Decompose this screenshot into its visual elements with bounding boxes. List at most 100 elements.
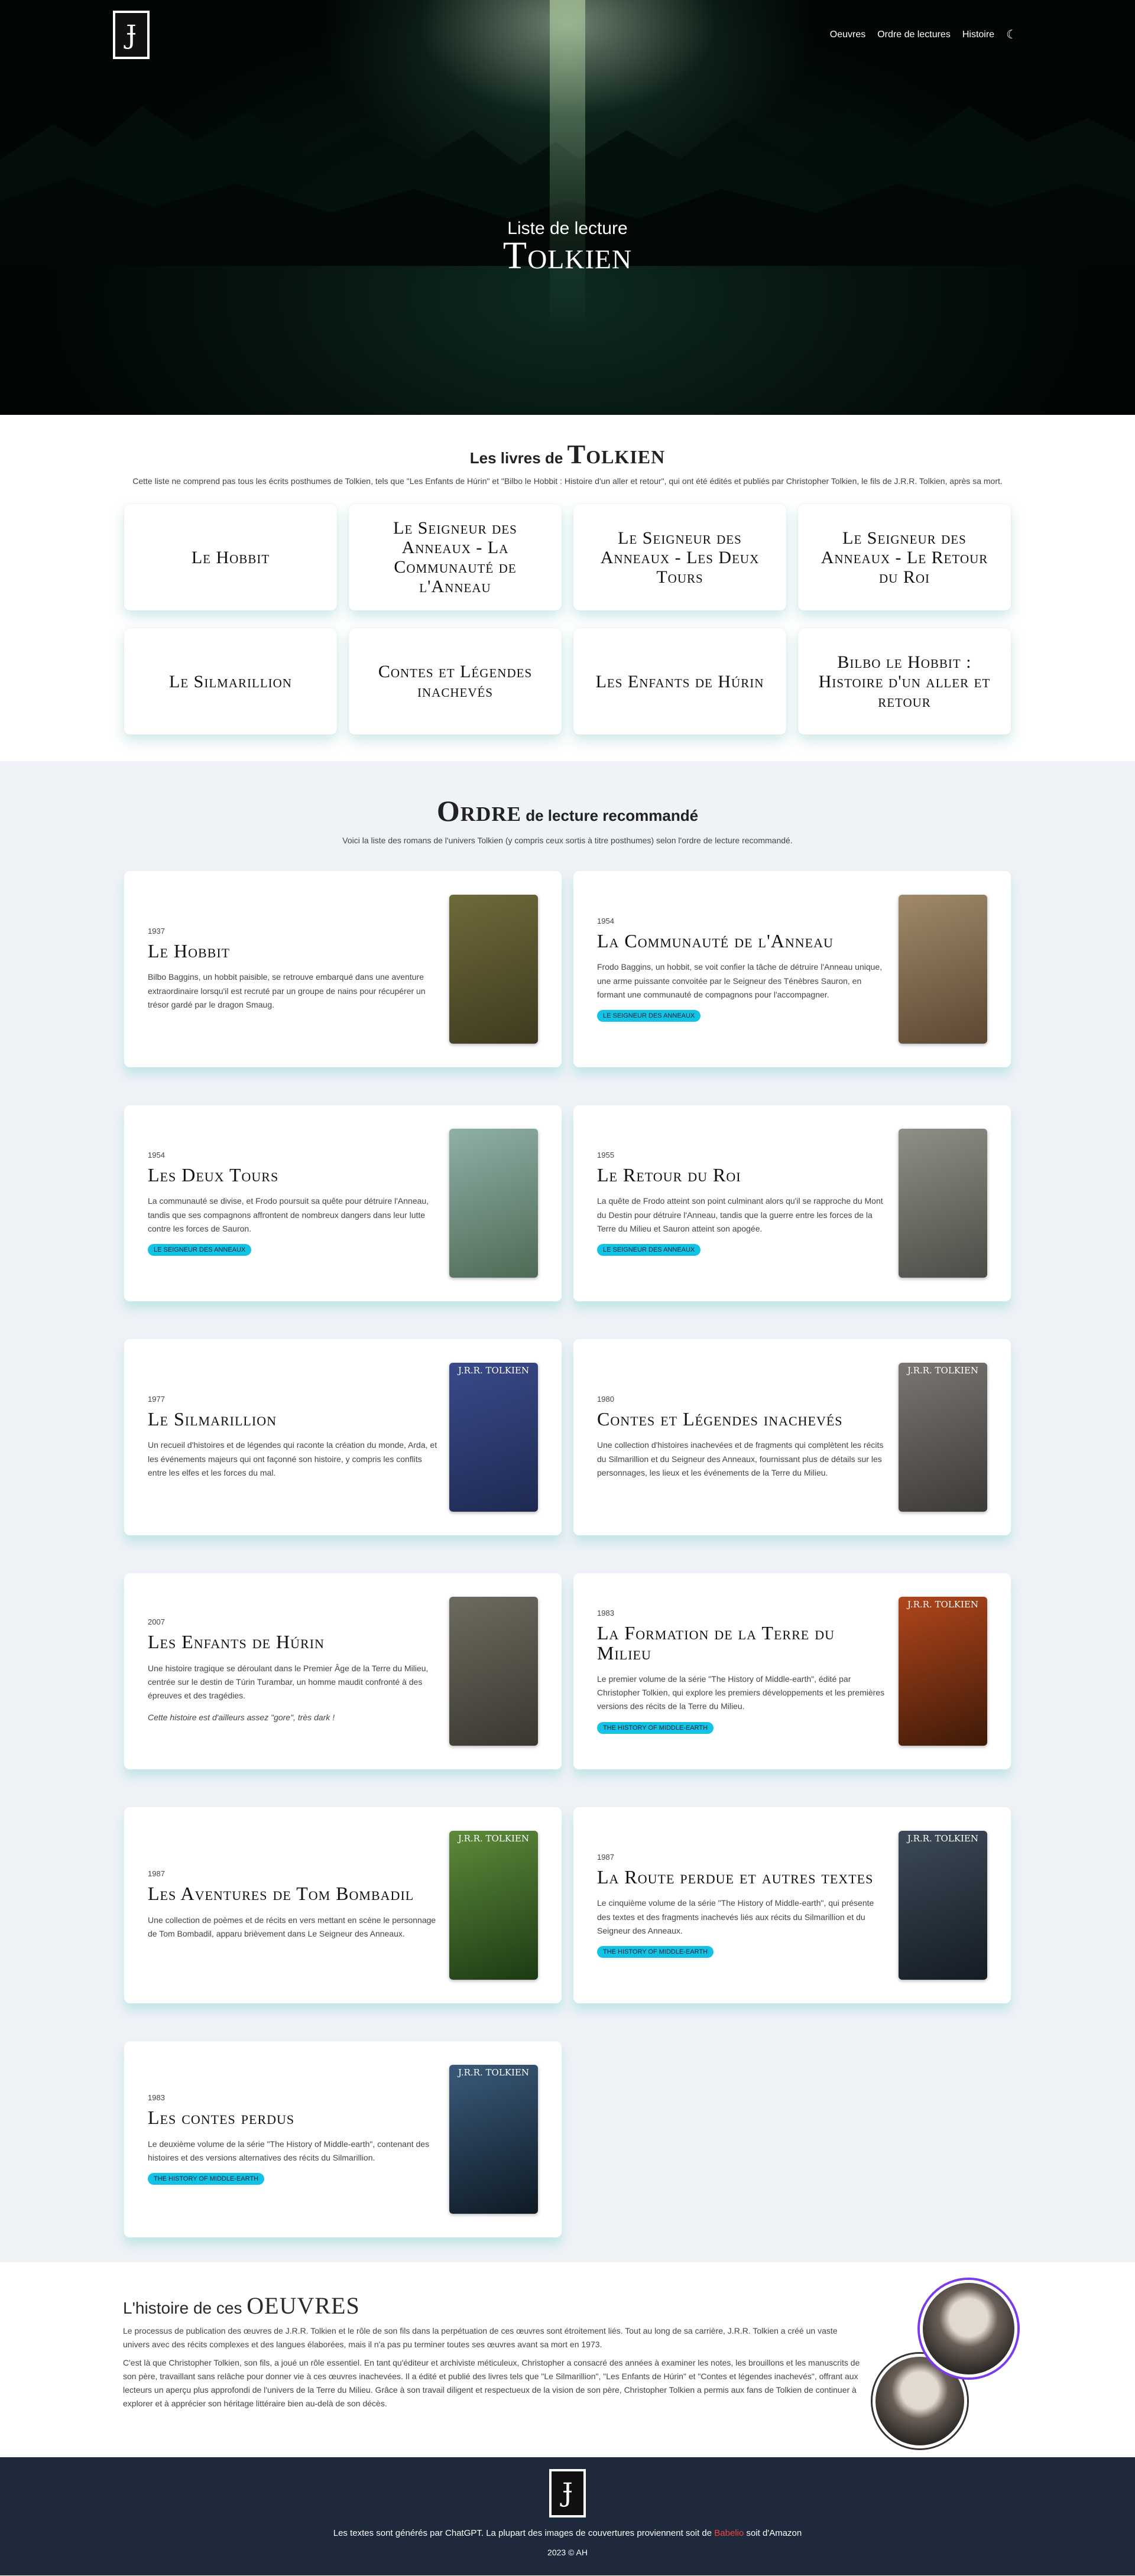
book-cover-image: J.R.R. TOLKIEN (449, 1362, 538, 1512)
book-cover-image (899, 894, 987, 1044)
nav-ordre-de-lectures[interactable]: Ordre de lectures (877, 30, 951, 40)
book-card[interactable]: Le Silmarillion (124, 628, 337, 735)
card-title: Les Enfants de Húrin (148, 1631, 325, 1653)
card-year: 1980 (597, 1394, 614, 1404)
cover-author: J.R.R. TOLKIEN (907, 1599, 978, 1610)
reading-order-grid: 1937 Le Hobbit Bilbo Baggins, un hobbit pa… (124, 870, 1011, 2237)
card-year: 1987 (597, 1852, 614, 1862)
card-year: 1955 (597, 1150, 614, 1159)
card-year: 1983 (597, 1609, 614, 1618)
reading-order-card[interactable]: 1954 La Communauté de l'Anneau Frodo Baggi… (573, 870, 1011, 1067)
card-year: 1983 (148, 2093, 165, 2103)
book-cover-image (899, 1128, 987, 1278)
books-grid: Le Hobbit Le Seigneur des Anneaux - La C… (124, 504, 1011, 735)
reading-order-card[interactable]: 1987 La Route perdue et autres textes Le c… (573, 1807, 1011, 2003)
history-title-prefix: L'histoire de ces (123, 2298, 242, 2317)
book-card[interactable]: Le Hobbit (124, 504, 337, 611)
books-title-prefix: Les livres de (469, 449, 563, 467)
series-tag[interactable]: The History of Middle-earth (597, 1721, 714, 1734)
reading-order-section: Ordre de lecture recommandé Voici la lis… (0, 761, 1135, 2262)
hero-banner: Ɉ Oeuvres Ordre de lectures Histoire ☾ L… (0, 0, 1135, 415)
card-text: 1987 La Route perdue et autres textes Le c… (597, 1853, 887, 1958)
book-cover-image: J.R.R. TOLKIEN (449, 2064, 538, 2214)
book-card[interactable]: Bilbo le Hobbit : Histoire d'un aller et… (798, 628, 1011, 735)
card-description: Un recueil d'histoires et de légendes qu… (148, 1440, 437, 1477)
reading-order-card[interactable]: 1983 La Formation de la Terre du Milieu Le… (573, 1573, 1011, 1769)
series-tag[interactable]: The History of Middle-earth (597, 1945, 714, 1958)
card-description: Une collection d'histoires inachevées et… (597, 1440, 884, 1477)
series-tag[interactable]: Le Seigneur des Anneaux (597, 1243, 701, 1256)
reading-order-card[interactable]: 1954 Les Deux Tours La communauté se divis… (124, 1105, 562, 1301)
reading-order-card[interactable]: 1987 Les Aventures de Tom Bombadil Une col… (124, 1807, 562, 2003)
reading-order-card[interactable]: 1980 Contes et Légendes inachevés Une coll… (573, 1339, 1011, 1535)
site-footer: Ɉ Les textes sont générés par ChatGPT. L… (0, 2457, 1135, 2575)
card-note: Cette histoire est d'ailleurs assez "gor… (148, 1713, 335, 1723)
card-description: La communauté se divise, et Frodo poursu… (148, 1196, 429, 1233)
book-cover-image (449, 1128, 538, 1278)
order-title-suffix: de lecture recommandé (526, 807, 699, 825)
card-year: 1987 (148, 1869, 165, 1879)
cover-author: J.R.R. TOLKIEN (458, 1365, 529, 1376)
book-card[interactable]: Les Enfants de Húrin (573, 628, 786, 735)
card-text: 1987 Les Aventures de Tom Bombadil Une col… (148, 1869, 437, 1941)
card-description: Le premier volume de la série "The Histo… (597, 1674, 885, 1711)
card-title: La Communauté de l'Anneau (597, 930, 834, 951)
nav-oeuvres[interactable]: Oeuvres (830, 30, 865, 40)
order-intro: Voici la liste des romans de l'univers T… (342, 836, 793, 846)
card-title: La Formation de la Terre du Milieu (597, 1622, 835, 1664)
order-title: Ordre de lecture recommandé (0, 794, 1135, 828)
card-year: 2007 (148, 1617, 165, 1627)
reading-order-card[interactable]: 1937 Le Hobbit Bilbo Baggins, un hobbit pa… (124, 870, 562, 1067)
card-description: Une histoire tragique se déroulant dans … (148, 1663, 429, 1701)
books-section: Les livres de Tolkien Cette liste ne com… (0, 415, 1135, 761)
series-tag[interactable]: Le Seigneur des Anneaux (148, 1243, 252, 1256)
book-card[interactable]: Le Seigneur des Anneaux - La Communauté … (349, 504, 562, 611)
card-description: Le cinquième volume de la série "The His… (597, 1898, 874, 1935)
history-paragraph-1: Le processus de publication des œuvres d… (123, 2325, 838, 2349)
card-text: 2007 Les Enfants de Húrin Une histoire tra… (148, 1617, 437, 1724)
card-title: Le Hobbit (148, 940, 231, 961)
reading-order-card[interactable]: 1955 Le Retour du Roi La quête de Frodo at… (573, 1105, 1011, 1301)
book-cover-image: J.R.R. TOLKIEN (899, 1596, 987, 1746)
book-cover-image (449, 1596, 538, 1746)
reading-order-card[interactable]: 2007 Les Enfants de Húrin Une histoire tra… (124, 1573, 562, 1769)
card-text: 1983 La Formation de la Terre du Milieu Le… (597, 1609, 887, 1734)
babelio-link[interactable]: Babelio (714, 2528, 744, 2538)
card-text: 1977 Le Silmarillion Un recueil d'histoire… (148, 1395, 437, 1480)
card-description: La quête de Frodo atteint son point culm… (597, 1196, 883, 1233)
card-title: Le Retour du Roi (597, 1164, 741, 1185)
hero-title: Tolkien (502, 234, 633, 277)
book-cover-image: J.R.R. TOLKIEN (899, 1830, 987, 1980)
footer-logo[interactable]: Ɉ (549, 2468, 586, 2517)
series-tag[interactable]: Le Seigneur des Anneaux (597, 1009, 701, 1022)
card-description: Le deuxième volume de la série "The Hist… (148, 2139, 430, 2163)
footer-text-after: soit d'Amazon (744, 2528, 802, 2538)
card-title: Les contes perdus (148, 2107, 295, 2129)
card-year: 1977 (148, 1394, 165, 1404)
cover-author: J.R.R. TOLKIEN (907, 1365, 978, 1376)
series-tag[interactable]: The History of Middle-earth (148, 2173, 265, 2185)
card-title: Les Deux Tours (148, 1164, 279, 1185)
card-description: Une collection de poèmes et de récits en… (148, 1915, 436, 1939)
history-section: L'histoire de ces OEUVRES Le processus d… (0, 2262, 1135, 2457)
card-text: 1937 Le Hobbit Bilbo Baggins, un hobbit pa… (148, 927, 437, 1012)
cover-author: J.R.R. TOLKIEN (907, 1833, 978, 1844)
footer-credits: Les textes sont générés par ChatGPT. La … (0, 2528, 1135, 2538)
cover-author: J.R.R. TOLKIEN (458, 2067, 529, 2078)
card-year: 1937 (148, 926, 165, 935)
book-card[interactable]: Contes et Légendes inachevés (349, 628, 562, 735)
site-logo[interactable]: Ɉ (113, 11, 150, 59)
book-card[interactable]: Le Seigneur des Anneaux - Le Retour du R… (798, 504, 1011, 611)
jrr-tolkien-portrait (920, 2279, 1017, 2377)
card-description: Bilbo Baggins, un hobbit paisible, se re… (148, 972, 426, 1009)
reading-order-card[interactable]: 1983 Les contes perdus Le deuxième volume … (124, 2041, 562, 2237)
moon-icon[interactable]: ☾ (1006, 27, 1017, 42)
card-text: 1954 Les Deux Tours La communauté se divis… (148, 1151, 437, 1256)
reading-order-card[interactable]: 1977 Le Silmarillion Un recueil d'histoire… (124, 1339, 562, 1535)
nav-histoire[interactable]: Histoire (962, 30, 994, 40)
card-title: La Route perdue et autres textes (597, 1866, 874, 1888)
cover-author: J.R.R. TOLKIEN (458, 1833, 529, 1844)
book-card[interactable]: Le Seigneur des Anneaux - Les Deux Tours (573, 504, 786, 611)
footer-copyright: 2023 © AH (547, 2547, 588, 2557)
book-cover-image: J.R.R. TOLKIEN (449, 1830, 538, 1980)
